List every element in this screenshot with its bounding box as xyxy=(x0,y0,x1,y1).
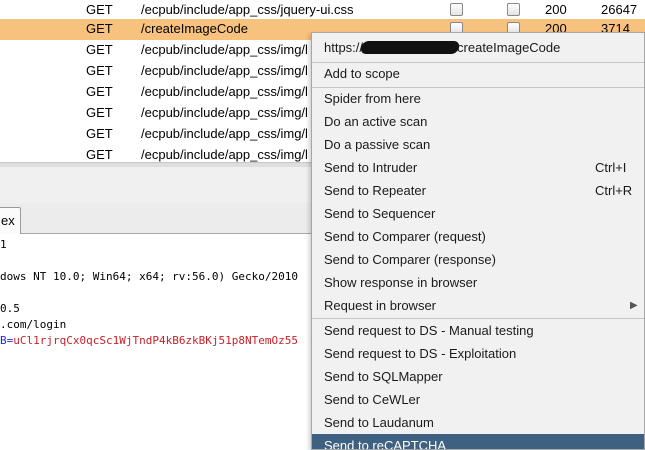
user-agent-line: dows NT 10.0; Win64; x64; rv:56.0) Gecko… xyxy=(0,270,299,283)
method-cell: GET xyxy=(86,2,113,17)
menu-item-label: Send to Intruder xyxy=(324,160,418,175)
menu-item-send-to-intruder[interactable]: Send to Intruder Ctrl+I xyxy=(312,156,644,179)
menu-item-ds-exploitation[interactable]: Send request to DS - Exploitation xyxy=(312,342,644,365)
table-row[interactable]: GET /ecpub/include/app_css/jquery-ui.css… xyxy=(0,0,645,21)
menu-item-send-to-repeater[interactable]: Send to Repeater Ctrl+R xyxy=(312,179,644,202)
url-suffix: createImageCode xyxy=(457,40,561,55)
method-cell: GET xyxy=(86,105,113,120)
menu-item-label: Send request to DS - Manual testing xyxy=(324,323,534,338)
menu-item-shortcut: Ctrl+I xyxy=(595,160,627,175)
menu-item-comparer-request[interactable]: Send to Comparer (request) xyxy=(312,225,644,248)
referer-line: .com/login xyxy=(0,318,67,331)
menu-item-add-to-scope[interactable]: Add to scope xyxy=(312,62,644,85)
menu-item-label: Send request to DS - Exploitation xyxy=(324,346,517,361)
menu-item-active-scan[interactable]: Do an active scan xyxy=(312,110,644,133)
menu-item-label: Send to Sequencer xyxy=(324,206,436,221)
cookie-name: B= xyxy=(0,334,14,347)
menu-item-shortcut: Ctrl+R xyxy=(595,183,633,198)
menu-item-send-to-laudanum[interactable]: Send to Laudanum xyxy=(312,411,644,434)
request-line: 1 xyxy=(0,238,7,251)
menu-item-label: Send to Laudanum xyxy=(324,415,434,430)
length-cell: 26647 xyxy=(601,2,638,17)
redaction-mark xyxy=(359,41,461,54)
cookie-value: uCl1rjrqCx0qcSc1WjTndP4kB6zkBKj51p8NTemO… xyxy=(13,334,299,347)
menu-item-send-to-recaptcha[interactable]: Send to reCAPTCHA xyxy=(312,434,644,450)
tab-hex[interactable]: ex xyxy=(0,207,21,234)
url-cell: /ecpub/include/app_css/jquery-ui.css xyxy=(141,2,354,17)
triangle-right-icon: ▶ xyxy=(630,300,638,311)
menu-item-label: Send to Comparer (response) xyxy=(324,252,496,267)
menu-item-label: Request in browser xyxy=(324,298,436,313)
edited-checkbox[interactable] xyxy=(507,3,520,16)
menu-item-comparer-response[interactable]: Send to Comparer (response) xyxy=(312,248,644,271)
menu-item-label: Show response in browser xyxy=(324,275,478,290)
url-prefix: https:// xyxy=(324,40,364,55)
header-line: 0.5 xyxy=(0,302,20,315)
menu-item-show-response-in-browser[interactable]: Show response in browser xyxy=(312,271,644,294)
menu-item-label: Send to Comparer (request) xyxy=(324,229,486,244)
cookie-line: B=uCl1rjrqCx0qcSc1WjTndP4kB6zkBKj51p8NTe… xyxy=(0,333,298,349)
menu-item-label: Send to CeWLer xyxy=(324,392,421,407)
method-cell: GET xyxy=(86,84,113,99)
method-cell: GET xyxy=(86,126,113,141)
method-cell: GET xyxy=(86,147,113,162)
menu-item-label: Add to scope xyxy=(324,66,400,81)
method-cell: GET xyxy=(86,42,113,57)
method-cell: GET xyxy=(86,63,113,78)
menu-item-request-in-browser[interactable]: Request in browser ▶ xyxy=(312,294,644,317)
menu-item-spider[interactable]: Spider from here xyxy=(312,87,644,110)
menu-item-label: Send to Repeater xyxy=(324,183,426,198)
menu-item-label: Do a passive scan xyxy=(324,137,431,152)
menu-item-send-to-sequencer[interactable]: Send to Sequencer xyxy=(312,202,644,225)
menu-item-label: Send to reCAPTCHA xyxy=(324,438,447,450)
context-menu: https:// createImageCode Add to scope Spi… xyxy=(311,32,645,450)
menu-item-send-to-sqlmapper[interactable]: Send to SQLMapper xyxy=(312,365,644,388)
menu-item-passive-scan[interactable]: Do a passive scan xyxy=(312,133,644,156)
method-cell: GET xyxy=(86,21,113,36)
menu-item-label: Spider from here xyxy=(324,91,421,106)
status-cell: 200 xyxy=(545,2,567,17)
menu-item-label: Send to SQLMapper xyxy=(324,369,443,384)
menu-item-label: Do an active scan xyxy=(324,114,428,129)
menu-item-send-to-cewler[interactable]: Send to CeWLer xyxy=(312,388,644,411)
params-checkbox[interactable] xyxy=(450,3,463,16)
menu-item-url: https:// createImageCode xyxy=(312,36,644,59)
menu-item-ds-manual-testing[interactable]: Send request to DS - Manual testing xyxy=(312,319,644,342)
